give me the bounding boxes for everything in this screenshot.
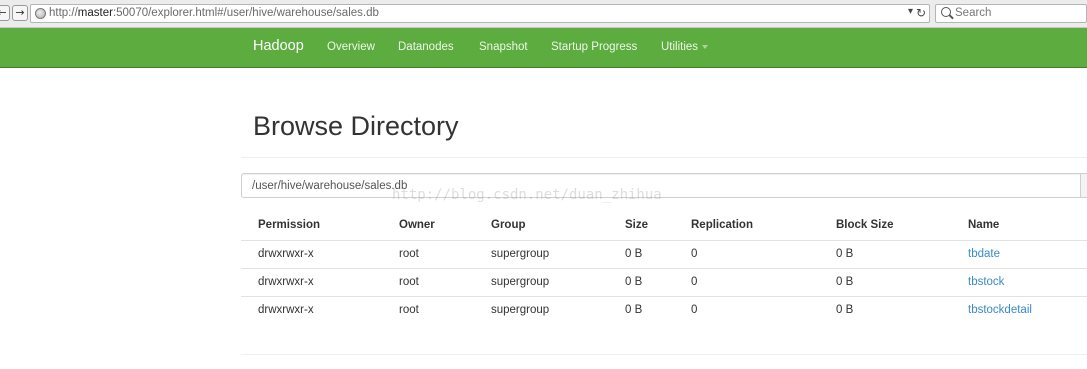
- cell-block-size: 0 B: [836, 248, 854, 260]
- column-header-name[interactable]: Name: [968, 219, 999, 231]
- column-header-replication[interactable]: Replication: [691, 219, 753, 231]
- column-header-size[interactable]: Size: [625, 219, 648, 231]
- url-path: :50070/explorer.html#/user/hive/warehous…: [112, 7, 379, 19]
- nav-overview[interactable]: Overview: [327, 41, 375, 53]
- divider: [241, 157, 1087, 158]
- browser-toolbar: ← → http://master:50070/explorer.html#/u…: [0, 0, 1087, 28]
- browser-search-box[interactable]: Search: [935, 4, 1087, 23]
- caret-down-icon: [702, 44, 709, 49]
- directory-link-tbdate[interactable]: tbdate: [968, 248, 1000, 260]
- cell-owner: root: [399, 276, 419, 288]
- forward-arrow-icon[interactable]: →: [12, 5, 28, 21]
- column-header-permission[interactable]: Permission: [258, 219, 320, 231]
- column-header-owner[interactable]: Owner: [399, 219, 435, 231]
- url-text[interactable]: http://master:50070/explorer.html#/user/…: [49, 7, 379, 19]
- nav-snapshot[interactable]: Snapshot: [479, 41, 528, 53]
- cell-block-size: 0 B: [836, 276, 854, 288]
- cell-size: 0 B: [625, 276, 643, 288]
- go-button[interactable]: [1080, 173, 1087, 198]
- nav-utilities[interactable]: Utilities: [661, 41, 709, 53]
- cell-group: supergroup: [491, 304, 550, 316]
- cell-block-size: 0 B: [836, 304, 854, 316]
- back-arrow-icon[interactable]: ←: [0, 5, 10, 21]
- cell-replication: 0: [691, 248, 698, 260]
- column-header-block-size[interactable]: Block Size: [836, 219, 894, 231]
- divider: [241, 354, 1087, 355]
- cell-size: 0 B: [625, 248, 643, 260]
- cell-permission: drwxrwxr-x: [258, 304, 314, 316]
- column-header-group[interactable]: Group: [491, 219, 526, 231]
- nav-utilities-label: Utilities: [661, 41, 699, 53]
- cell-permission: drwxrwxr-x: [258, 276, 314, 288]
- search-placeholder: Search: [955, 7, 992, 19]
- directory-link-tbstockdetail[interactable]: tbstockdetail: [968, 304, 1032, 316]
- reload-icon[interactable]: ↻: [916, 6, 926, 20]
- cell-permission: drwxrwxr-x: [258, 248, 314, 260]
- cell-owner: root: [399, 304, 419, 316]
- address-bar[interactable]: http://master:50070/explorer.html#/user/…: [30, 4, 930, 23]
- cell-replication: 0: [691, 276, 698, 288]
- cell-group: supergroup: [491, 248, 550, 260]
- directory-path-input[interactable]: [241, 173, 1081, 198]
- row-divider: [241, 296, 1087, 297]
- cell-group: supergroup: [491, 276, 550, 288]
- page-title: Browse Directory: [253, 111, 459, 141]
- url-scheme: http://: [49, 7, 78, 19]
- directory-link-tbstock[interactable]: tbstock: [968, 276, 1004, 288]
- nav-datanodes[interactable]: Datanodes: [398, 41, 454, 53]
- cell-owner: root: [399, 248, 419, 260]
- search-icon: [941, 7, 951, 17]
- brand-link[interactable]: Hadoop: [253, 38, 304, 54]
- globe-icon: [35, 8, 46, 19]
- nav-startup-progress[interactable]: Startup Progress: [551, 41, 637, 53]
- cell-replication: 0: [691, 304, 698, 316]
- navbar: Hadoop Overview Datanodes Snapshot Start…: [0, 28, 1087, 68]
- table-header-divider: [241, 240, 1087, 241]
- row-divider: [241, 268, 1087, 269]
- cell-size: 0 B: [625, 304, 643, 316]
- url-host: master: [77, 7, 113, 19]
- dropdown-arrow-icon[interactable]: ▾: [908, 6, 913, 17]
